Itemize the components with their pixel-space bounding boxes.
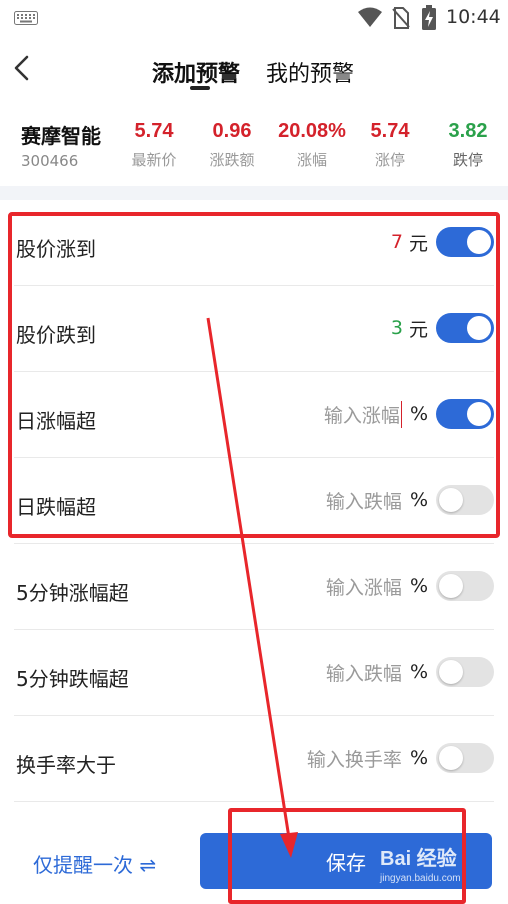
row-unit: %: [409, 489, 428, 511]
row-label: 换手率大于: [16, 753, 116, 777]
toggle-knob: [467, 402, 491, 426]
stock-code: 300466: [21, 152, 79, 170]
stat-value: 3.82: [448, 120, 488, 142]
toggle-knob: [439, 660, 463, 684]
row-unit: %: [409, 661, 428, 683]
remind-once-toggle[interactable]: 仅提醒一次 ⇌: [33, 849, 156, 878]
stat-label: 最新价: [131, 151, 177, 169]
toggle-knob: [439, 746, 463, 770]
stat-label: 跌停: [452, 151, 483, 169]
turnover-input[interactable]: 输入换手率: [307, 745, 402, 772]
price-down-toggle[interactable]: [436, 313, 494, 343]
alert-list: 股价涨到 7 元 股价跌到 3 元 日涨幅超 输入涨幅 % 日跌幅超 输入跌幅 …: [0, 200, 508, 802]
alert-row-daily-fall: 日跌幅超 输入跌幅 %: [14, 458, 494, 544]
price-up-input[interactable]: 7: [391, 231, 403, 253]
row-label: 5分钟涨幅超: [16, 581, 129, 605]
stat-value: 5.74: [134, 120, 174, 142]
turnover-toggle[interactable]: [436, 743, 494, 773]
watermark-line2: jingyan.baidu.com: [380, 873, 461, 884]
watermark-line1: Bai 经验: [380, 848, 457, 870]
alert-row-price-down: 股价跌到 3 元: [14, 286, 494, 372]
header: 添加预警 我的预警: [0, 36, 508, 100]
toggle-knob: [467, 316, 491, 340]
row-label: 日涨幅超: [16, 409, 96, 433]
stat-label: 涨跌额: [209, 151, 255, 169]
row-unit: %: [409, 747, 428, 769]
daily-fall-input[interactable]: 输入跌幅: [326, 487, 402, 514]
tab-indicator: [190, 86, 210, 90]
5min-rise-input[interactable]: 输入涨幅: [326, 573, 402, 600]
row-unit: 元: [408, 318, 428, 341]
back-arrow-icon[interactable]: [10, 54, 36, 82]
stat-change-percent: 20.08% 涨幅: [272, 120, 352, 170]
price-down-input[interactable]: 3: [391, 317, 403, 339]
row-unit: %: [409, 575, 428, 597]
toggle-knob: [439, 488, 463, 512]
price-up-toggle[interactable]: [436, 227, 494, 257]
daily-fall-toggle[interactable]: [436, 485, 494, 515]
baidu-jingyan-watermark: Bai 经验 jingyan.baidu.com: [380, 842, 461, 884]
5min-fall-toggle[interactable]: [436, 657, 494, 687]
stat-limit-up: 5.74 涨停: [364, 120, 416, 170]
alert-row-daily-rise: 日涨幅超 输入涨幅 %: [14, 372, 494, 458]
row-label: 股价涨到: [16, 237, 96, 261]
alert-row-5min-rise: 5分钟涨幅超 输入涨幅 %: [14, 544, 494, 630]
stock-name: 赛摩智能: [21, 124, 101, 148]
alert-row-price-up: 股价涨到 7 元: [14, 200, 494, 286]
no-sim-icon: [392, 7, 410, 29]
tab-my-alerts[interactable]: 我的预警: [266, 56, 354, 88]
stock-summary: 赛摩智能 300466 5.74 最新价 0.96 涨跌额 20.08% 涨幅 …: [0, 100, 508, 184]
section-divider: [0, 186, 508, 200]
keyboard-icon: [14, 11, 38, 25]
row-unit: 元: [408, 232, 428, 255]
toggle-knob: [467, 230, 491, 254]
5min-fall-input[interactable]: 输入跌幅: [326, 659, 402, 686]
5min-rise-toggle[interactable]: [436, 571, 494, 601]
alert-row-turnover: 换手率大于 输入换手率 %: [14, 716, 494, 802]
stat-latest-price: 5.74 最新价: [128, 120, 180, 170]
stat-label: 涨幅: [296, 151, 327, 169]
wifi-icon: [358, 7, 382, 27]
tab-add-alert[interactable]: 添加预警: [152, 56, 240, 88]
stat-limit-down: 3.82 跌停: [441, 120, 495, 170]
stat-label: 涨停: [374, 151, 405, 169]
row-label: 股价跌到: [16, 323, 96, 347]
stat-value: 20.08%: [278, 120, 346, 142]
toggle-knob: [439, 574, 463, 598]
row-label: 5分钟跌幅超: [16, 667, 129, 691]
alert-row-5min-fall: 5分钟跌幅超 输入跌幅 %: [14, 630, 494, 716]
daily-rise-input[interactable]: 输入涨幅: [324, 400, 402, 428]
daily-rise-toggle[interactable]: [436, 399, 494, 429]
row-unit: %: [409, 403, 428, 425]
stat-change-amount: 0.96 涨跌额: [204, 120, 260, 170]
status-time: 10:44: [446, 6, 501, 28]
row-label: 日跌幅超: [16, 495, 96, 519]
stat-value: 5.74: [370, 120, 410, 142]
battery-charging-icon: [422, 5, 436, 30]
stat-value: 0.96: [212, 120, 252, 142]
status-bar: 10:44: [0, 0, 508, 36]
